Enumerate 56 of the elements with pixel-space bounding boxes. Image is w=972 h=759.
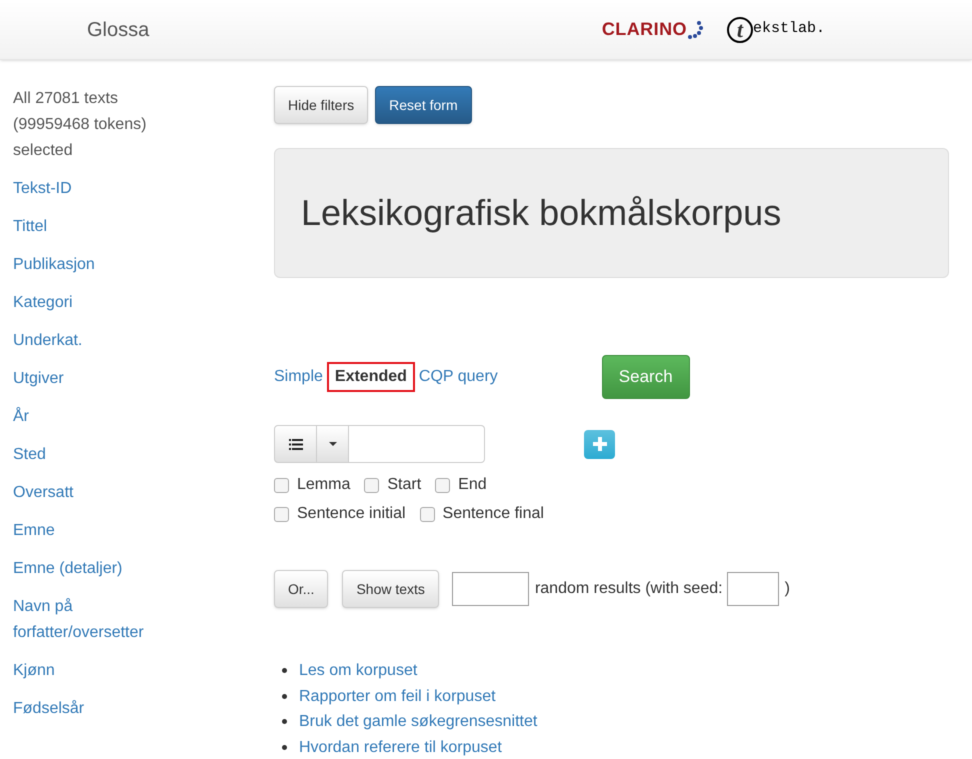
- result-count-field[interactable]: [452, 572, 529, 606]
- filter-link[interactable]: Sted: [13, 442, 183, 468]
- checkbox-label: End: [458, 475, 487, 495]
- query-tab[interactable]: Simple: [274, 362, 323, 392]
- bullet-icon: [282, 668, 287, 674]
- filter-link[interactable]: Underkat.: [13, 328, 183, 354]
- query-tab[interactable]: CQP query: [418, 362, 498, 392]
- info-link[interactable]: Les om korpuset: [299, 658, 418, 684]
- checkbox[interactable]: [435, 478, 450, 492]
- caret-icon: [328, 442, 336, 446]
- list-menu-button[interactable]: [274, 425, 317, 463]
- random-label: random results (with seed:: [534, 579, 723, 599]
- filter-link[interactable]: Publikasjon: [13, 252, 183, 278]
- logo-text: CLARINO: [602, 18, 687, 41]
- info-link[interactable]: Hvordan referere til korpuset: [299, 734, 502, 759]
- info-link[interactable]: Rapporter om feil i korpuset: [299, 684, 496, 709]
- or-button[interactable]: Or...: [274, 570, 328, 608]
- bullet-icon: [282, 719, 287, 724]
- checkbox[interactable]: [364, 478, 380, 492]
- selection-summary: All 27081 texts (99959468 tokens) selected: [13, 89, 148, 161]
- filter-link[interactable]: Utgiver: [13, 366, 183, 392]
- filter-link[interactable]: Kategori: [13, 290, 183, 316]
- show-texts-button[interactable]: Show texts: [342, 570, 439, 608]
- corpus-title: Leksikografisk bokmålskorpus: [301, 191, 782, 235]
- filter-link[interactable]: Kjønn: [13, 658, 183, 684]
- info-link[interactable]: Bruk det gamle søkegrensesnittet: [299, 709, 538, 734]
- bullet-icon: [282, 694, 287, 699]
- filter-link[interactable]: Tittel: [13, 214, 183, 240]
- query-tab[interactable]: Extended: [326, 362, 415, 392]
- seed-field[interactable]: [726, 572, 779, 606]
- paren-text: ): [784, 579, 790, 599]
- brand-link[interactable]: Glossa: [87, 14, 150, 44]
- bullet-icon: [282, 744, 287, 750]
- plus-icon: [592, 437, 606, 451]
- checkbox-label: Sentence final: [442, 504, 544, 524]
- filter-link[interactable]: År: [13, 404, 183, 430]
- search-button[interactable]: Search: [602, 355, 690, 399]
- filter-link[interactable]: Tekst-ID: [13, 176, 183, 202]
- checkbox-label: Start: [387, 475, 422, 495]
- checkbox[interactable]: [420, 506, 435, 522]
- hide-filters-button[interactable]: Hide filters: [274, 86, 368, 124]
- reset-form-button[interactable]: Reset form: [375, 86, 472, 124]
- filter-link[interactable]: Navn på forfatter/oversetter: [13, 594, 183, 646]
- checkbox[interactable]: [274, 478, 289, 492]
- logo-initial: t: [726, 16, 753, 42]
- filter-link[interactable]: Oversatt: [13, 480, 183, 506]
- filter-link[interactable]: Fødselsår: [13, 696, 183, 722]
- logo-text: ekstlab.: [752, 19, 825, 40]
- checkbox-label: Lemma: [297, 475, 350, 495]
- checkbox-label: Sentence initial: [297, 504, 406, 524]
- add-term-button[interactable]: [584, 430, 615, 458]
- checkbox[interactable]: [274, 506, 289, 522]
- filter-link[interactable]: Emne: [13, 518, 183, 544]
- term-input[interactable]: [349, 425, 485, 463]
- list-icon: [288, 438, 302, 450]
- filter-link[interactable]: Emne (detaljer): [13, 556, 183, 582]
